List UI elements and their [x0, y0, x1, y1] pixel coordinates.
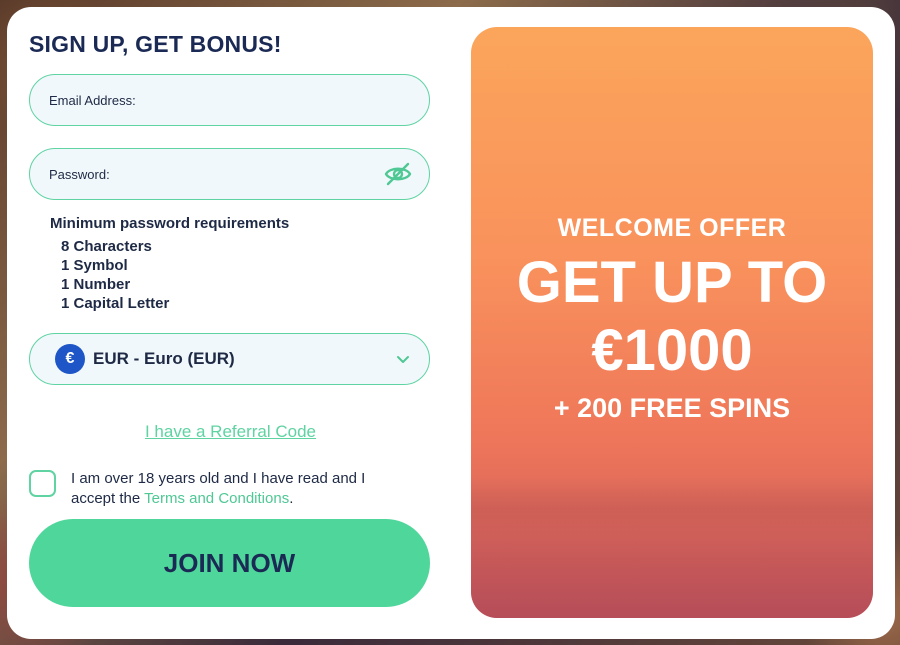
currency-label: EUR - Euro (EUR): [93, 349, 235, 368]
sea-overlay: [471, 508, 873, 618]
password-requirements-list: 8 Characters 1 Symbol 1 Number 1 Capital…: [61, 237, 169, 313]
terms-link[interactable]: Terms and Conditions: [144, 490, 289, 507]
eye-slash-icon[interactable]: [383, 159, 413, 189]
welcome-offer-banner: WELCOME OFFER GET UP TO €1000 + 200 FREE…: [471, 27, 873, 618]
password-placeholder: Password:: [49, 166, 110, 182]
euro-icon: €: [55, 344, 85, 374]
requirement-item: 1 Capital Letter: [61, 295, 170, 312]
email-field[interactable]: Email Address:: [29, 74, 430, 126]
terms-checkbox[interactable]: [29, 470, 56, 497]
offer-label: WELCOME OFFER: [557, 214, 787, 242]
requirement-item: 1 Symbol: [61, 257, 128, 274]
form-title: SIGN UP, GET BONUS!: [29, 31, 282, 57]
chevron-down-icon: [395, 351, 411, 367]
referral-code-link[interactable]: I have a Referral Code: [134, 422, 327, 442]
offer-headline-line1: GET UP TO: [516, 250, 828, 315]
requirement-item: 1 Number: [61, 276, 131, 293]
join-now-button[interactable]: JOIN NOW: [29, 519, 430, 607]
terms-end: .: [289, 490, 294, 507]
free-spins-text: + 200 FREE SPINS: [553, 393, 791, 423]
offer-headline-line2: €1000: [591, 318, 753, 383]
email-placeholder: Email Address:: [49, 92, 136, 108]
password-requirements-title: Minimum password requirements: [50, 215, 290, 232]
requirement-item: 8 Characters: [61, 238, 152, 255]
currency-select[interactable]: € EUR - Euro (EUR): [29, 333, 430, 385]
terms-label: I am over 18 years old and I have read a…: [71, 469, 411, 509]
password-field[interactable]: Password:: [29, 148, 430, 200]
signup-modal: SIGN UP, GET BONUS! Email Address: Passw…: [7, 7, 895, 639]
